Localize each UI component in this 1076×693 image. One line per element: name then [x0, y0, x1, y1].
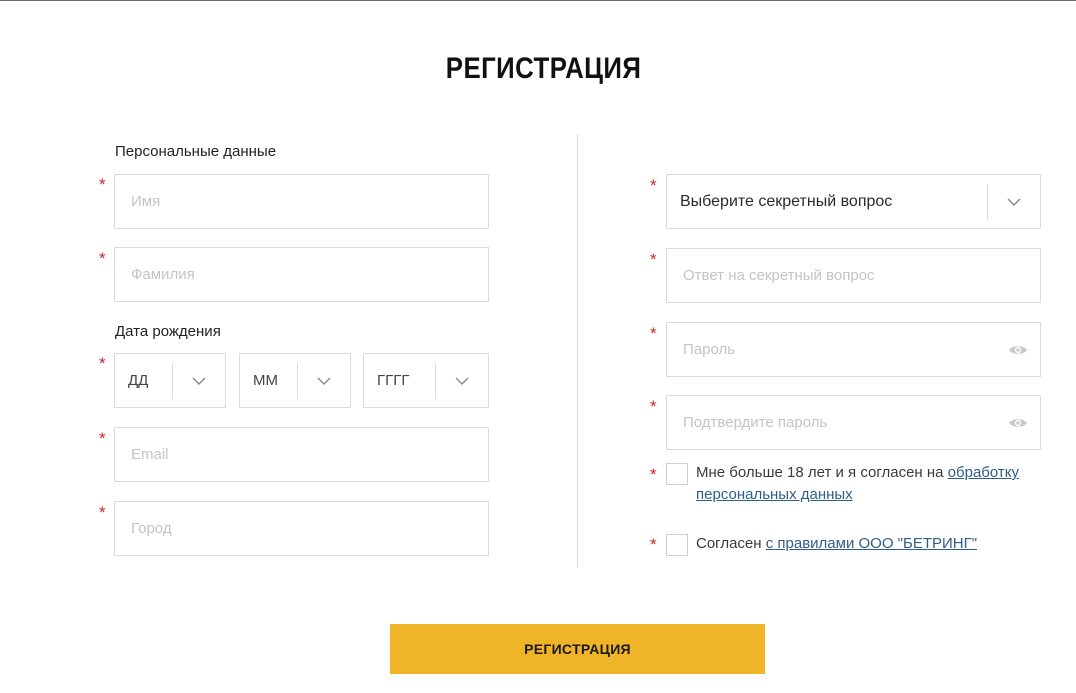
chevron-down-icon[interactable] [298, 354, 350, 407]
city-field[interactable] [114, 501, 489, 556]
chevron-down-icon[interactable] [173, 354, 225, 407]
secret-question-select[interactable]: Выберите секретный вопрос [666, 174, 1041, 229]
confirm-password-field[interactable] [666, 395, 1041, 450]
birth-year-select[interactable]: ГГГГ [363, 353, 489, 408]
age-consent-label: Мне больше 18 лет и я согласен на [696, 464, 948, 481]
eye-icon[interactable] [1008, 416, 1028, 430]
required-mark: * [99, 175, 106, 194]
last-name-field[interactable] [114, 247, 489, 302]
register-button[interactable]: РЕГИСТРАЦИЯ [390, 624, 765, 674]
personal-data-link[interactable]: обработку [948, 464, 1019, 481]
email-field[interactable] [114, 427, 489, 482]
password-input[interactable] [667, 323, 1040, 376]
chevron-down-icon[interactable] [436, 354, 488, 407]
birth-year-value: ГГГГ [377, 372, 410, 389]
birth-month-value: ММ [253, 372, 278, 389]
required-mark: * [650, 176, 657, 195]
secret-answer-field[interactable] [666, 248, 1041, 303]
required-mark: * [650, 465, 657, 484]
chevron-down-icon[interactable] [988, 175, 1040, 228]
rules-link[interactable]: с правилами ООО "БЕТРИНГ" [766, 535, 977, 552]
password-field[interactable] [666, 322, 1041, 377]
top-border [0, 0, 1076, 1]
birth-day-value: ДД [128, 372, 149, 389]
required-mark: * [650, 250, 657, 269]
birth-day-select[interactable]: ДД [114, 353, 226, 408]
required-mark: * [99, 249, 106, 268]
secret-question-value: Выберите секретный вопрос [680, 192, 893, 210]
required-mark: * [650, 397, 657, 416]
required-mark: * [650, 535, 657, 554]
city-input[interactable] [115, 502, 488, 555]
rules-consent-text: Согласен с правилами ООО "БЕТРИНГ" [696, 533, 1041, 555]
personal-data-link-cont[interactable]: персональных данных [696, 486, 853, 503]
first-name-field[interactable] [114, 174, 489, 229]
required-mark: * [650, 324, 657, 343]
required-mark: * [99, 503, 106, 522]
last-name-input[interactable] [115, 248, 488, 301]
birth-date-label: Дата рождения [115, 323, 221, 340]
age-consent-checkbox[interactable] [666, 463, 688, 485]
page-title: РЕГИСТРАЦИЯ [445, 52, 642, 85]
first-name-input[interactable] [115, 175, 488, 228]
eye-icon[interactable] [1008, 343, 1028, 357]
rules-consent-checkbox[interactable] [666, 534, 688, 556]
column-divider [577, 134, 578, 568]
required-mark: * [99, 354, 106, 373]
birth-month-select[interactable]: ММ [239, 353, 351, 408]
rules-consent-label: Согласен [696, 535, 766, 552]
secret-answer-input[interactable] [667, 249, 1040, 302]
personal-data-label: Персональные данные [115, 143, 277, 160]
confirm-password-input[interactable] [667, 396, 1040, 449]
email-input[interactable] [115, 428, 488, 481]
age-consent-text: Мне больше 18 лет и я согласен на обрабо… [696, 462, 1041, 506]
required-mark: * [99, 429, 106, 448]
